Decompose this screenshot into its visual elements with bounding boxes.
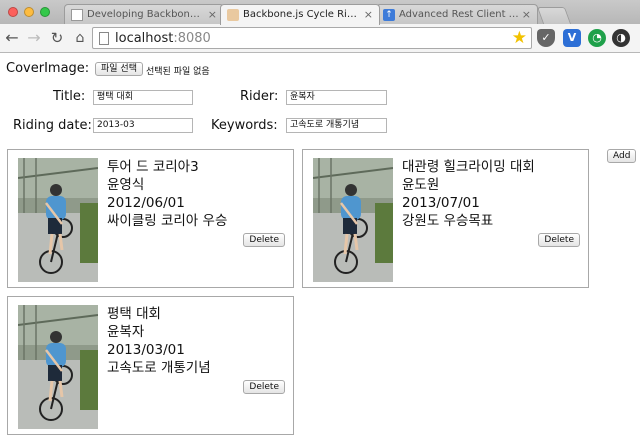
- ride-info: 대관령 힐크라이밍 대회 윤도원 2013/07/01 강원도 우승목표: [402, 158, 535, 230]
- cyclist-photo-icon: [18, 158, 98, 282]
- speedometer-extension-icon[interactable]: ◑: [612, 29, 630, 47]
- delete-button[interactable]: Delete: [243, 233, 285, 247]
- ride-card: 평택 대회 윤복자 2013/03/01 고속도로 개통기념 Delete: [7, 296, 294, 435]
- ride-card: 투어 드 코리아3 윤영식 2012/06/01 싸이클링 코리아 우승 Del…: [7, 149, 294, 288]
- cyclist-photo-icon: [313, 158, 393, 282]
- cover-image-label: CoverImage:: [6, 61, 90, 76]
- v-extension-icon[interactable]: V: [563, 29, 581, 47]
- browser-toolbar: ← → ↻ ⌂ localhost:8080 ★ ✓ V ◔ ◑: [0, 24, 640, 53]
- choose-file-button[interactable]: 파일 선택: [95, 62, 143, 76]
- window-close-button[interactable]: [8, 7, 18, 17]
- window-minimize-button[interactable]: [24, 7, 34, 17]
- tab-close-icon[interactable]: ×: [364, 5, 373, 25]
- riding-date-label: Riding date:: [13, 118, 92, 133]
- ride-photo: [18, 158, 98, 282]
- ride-info: 투어 드 코리아3 윤영식 2012/06/01 싸이클링 코리아 우승: [107, 158, 227, 230]
- ride-rider: 윤영식: [107, 177, 145, 193]
- pocket-extension-icon[interactable]: ✓: [537, 29, 555, 47]
- browser-tab-cycle-riding[interactable]: Backbone.js Cycle Riding Fi ×: [220, 4, 380, 25]
- ride-date: 2012/06/01: [107, 195, 185, 211]
- ride-rider: 윤도원: [402, 177, 440, 193]
- ride-date: 2013/07/01: [402, 195, 480, 211]
- browser-tab-advanced-rest-client[interactable]: ↑ Advanced Rest Client Appli ×: [376, 4, 538, 25]
- bookmark-star-icon[interactable]: ★: [512, 28, 527, 48]
- tab-title: Backbone.js Cycle Riding Fi: [243, 9, 373, 20]
- ride-title: 평택 대회: [107, 306, 161, 322]
- tab-close-icon[interactable]: ×: [522, 5, 531, 25]
- url-port: :8080: [173, 31, 211, 46]
- rider-input[interactable]: 윤복자: [286, 90, 387, 105]
- url-host: localhost: [115, 31, 174, 46]
- ride-date: 2013/03/01: [107, 342, 185, 358]
- ride-photo: [18, 305, 98, 429]
- tab-title: Developing Backbone.js Ap: [87, 9, 217, 20]
- ride-rider: 윤복자: [107, 324, 145, 340]
- page-icon: [99, 32, 109, 45]
- person-icon: [227, 9, 239, 21]
- reload-icon[interactable]: ↻: [47, 28, 67, 48]
- tab-close-icon[interactable]: ×: [208, 5, 217, 25]
- address-bar[interactable]: localhost:8080 ★: [92, 27, 532, 49]
- add-button[interactable]: Add: [607, 149, 636, 163]
- address-url[interactable]: localhost:8080: [115, 31, 211, 46]
- keywords-label: Keywords:: [211, 118, 278, 133]
- ride-title: 대관령 힐크라이밍 대회: [402, 159, 535, 175]
- ride-photo: [313, 158, 393, 282]
- ride-card: 대관령 힐크라이밍 대회 윤도원 2013/07/01 강원도 우승목표 Del…: [302, 149, 589, 288]
- ride-keywords: 고속도로 개통기념: [107, 360, 211, 376]
- page-content: CoverImage: 파일 선택 선택된 파일 없음 Title: 평택 대회…: [0, 54, 640, 443]
- timer-extension-icon[interactable]: ◔: [588, 29, 606, 47]
- ride-title: 투어 드 코리아3: [107, 159, 199, 175]
- title-input[interactable]: 평택 대회: [93, 90, 193, 105]
- document-icon: [71, 9, 83, 21]
- ride-info: 평택 대회 윤복자 2013/03/01 고속도로 개통기념: [107, 305, 211, 377]
- forward-arrow-icon[interactable]: →: [24, 28, 44, 48]
- delete-button[interactable]: Delete: [243, 380, 285, 394]
- back-arrow-icon[interactable]: ←: [2, 28, 22, 48]
- keywords-input[interactable]: 고속도로 개통기념: [286, 118, 387, 133]
- browser-tab-strip: Developing Backbone.js Ap × Backbone.js …: [0, 0, 640, 25]
- tab-title: Advanced Rest Client Appli: [399, 9, 531, 20]
- rest-client-icon: ↑: [383, 9, 395, 21]
- title-label: Title:: [53, 89, 86, 104]
- ride-keywords: 강원도 우승목표: [402, 213, 494, 229]
- window-maximize-button[interactable]: [40, 7, 50, 17]
- rider-label: Rider:: [240, 89, 279, 104]
- riding-date-input[interactable]: 2013-03: [93, 118, 193, 133]
- home-icon[interactable]: ⌂: [70, 28, 90, 48]
- delete-button[interactable]: Delete: [538, 233, 580, 247]
- new-tab-button[interactable]: [536, 7, 572, 24]
- file-status-text: 선택된 파일 없음: [146, 67, 210, 77]
- ride-keywords: 싸이클링 코리아 우승: [107, 213, 228, 229]
- cyclist-photo-icon: [18, 305, 98, 429]
- browser-tab-developing-backbone[interactable]: Developing Backbone.js Ap ×: [64, 4, 224, 25]
